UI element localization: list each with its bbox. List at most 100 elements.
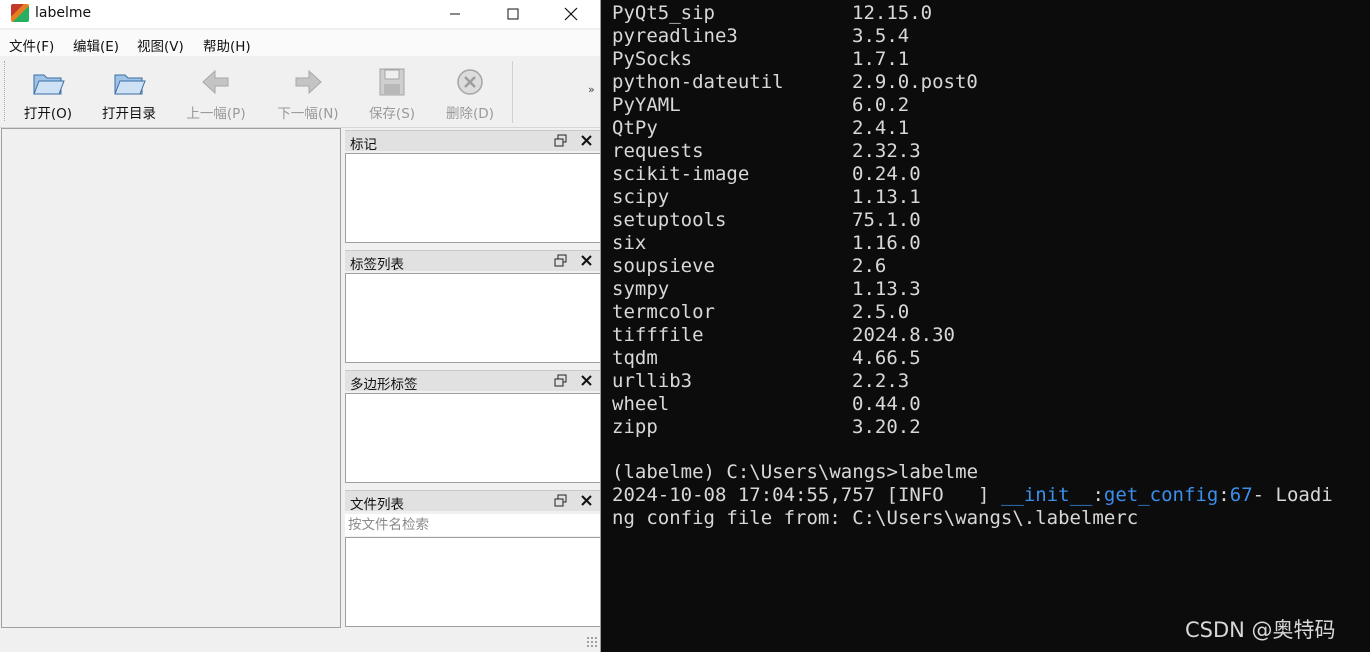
package-name: pyreadline3 (612, 25, 738, 47)
log-line: 2024-10-08 17:04:55,757 [INFO ] __init__… (612, 484, 1333, 507)
package-name: soupsieve (612, 255, 715, 277)
float-icon[interactable] (554, 134, 567, 147)
package-version: 2.6 (852, 255, 887, 277)
file-list[interactable] (345, 537, 601, 627)
log-message: - Loadi (1252, 484, 1333, 506)
float-icon[interactable] (554, 374, 567, 387)
package-version: 3.20.2 (852, 416, 921, 438)
package-version: 1.7.1 (852, 48, 910, 70)
package-name: termcolor (612, 301, 715, 323)
save-label: 保存(S) (368, 106, 416, 122)
package-version: 2024.8.30 (852, 324, 955, 346)
toolbar: 打开(O) 打开目录 上一幅(P) 下一幅(N) 保存(S) 删除(D) » (0, 57, 601, 128)
log-line-number: 67 (1229, 484, 1253, 506)
delete-label: 删除(D) (446, 106, 494, 122)
package-name: urllib3 (612, 370, 693, 392)
toolbar-grip[interactable] (4, 61, 7, 121)
open-button[interactable]: 打开(O) (12, 62, 84, 122)
prompt-line: (labelme) C:\Users\wangs>labelme (612, 461, 979, 483)
package-name: six (612, 232, 647, 254)
menu-edit[interactable]: 编辑(E) (73, 35, 119, 55)
package-version: 4.66.5 (852, 347, 921, 369)
minimize-button[interactable] (426, 0, 484, 28)
prev-image-button[interactable]: 上一幅(P) (176, 62, 256, 122)
status-bar (0, 628, 601, 652)
polygon-labels-list[interactable] (345, 393, 601, 483)
flags-dock-title[interactable]: 标记 (345, 130, 600, 153)
image-canvas[interactable] (1, 128, 341, 628)
next-image-button[interactable]: 下一幅(N) (268, 62, 348, 122)
open-label: 打开(O) (23, 106, 73, 122)
package-name: scikit-image (612, 163, 750, 185)
package-version: 3.5.4 (852, 25, 910, 47)
save-icon (379, 68, 405, 96)
package-name: tqdm (612, 347, 658, 369)
label-list[interactable] (345, 273, 601, 363)
package-version: 2.5.0 (852, 301, 910, 323)
file-list-dock-title[interactable]: 文件列表 (345, 490, 600, 513)
package-name: scipy (612, 186, 670, 208)
log-line-continued: ng config file from: C:\Users\wangs\.lab… (612, 507, 1139, 529)
open-dir-button[interactable]: 打开目录 (92, 62, 166, 122)
log-module: __init__ (1000, 484, 1093, 506)
save-button[interactable]: 保存(S) (358, 62, 426, 122)
package-version: 6.0.2 (852, 94, 910, 116)
title-bar[interactable]: labelme (0, 0, 601, 28)
package-name: QtPy (612, 117, 658, 139)
package-version: 2.9.0.post0 (852, 71, 978, 93)
arrow-left-icon (202, 69, 229, 95)
close-icon[interactable] (580, 134, 593, 147)
package-name: wheel (612, 393, 670, 415)
package-name: python-dateutil (612, 71, 784, 93)
menu-view[interactable]: 视图(V) (137, 35, 184, 55)
package-version: 0.24.0 (852, 163, 921, 185)
open-dir-label: 打开目录 (102, 106, 156, 122)
label-list-dock-title[interactable]: 标签列表 (345, 250, 600, 273)
package-name: setuptools (612, 209, 727, 231)
package-name: PyQt5_sip (612, 2, 715, 24)
file-search-input[interactable] (345, 514, 601, 536)
package-name: PyYAML (612, 94, 681, 116)
folder-open-icon (33, 74, 65, 95)
close-icon[interactable] (580, 374, 593, 387)
package-version: 1.13.1 (852, 186, 921, 208)
close-icon[interactable] (580, 494, 593, 507)
flags-dock-label: 标记 (350, 137, 377, 153)
next-image-label: 下一幅(N) (277, 106, 339, 122)
package-name: zipp (612, 416, 658, 438)
close-icon[interactable] (580, 254, 593, 267)
log-function: get_config (1103, 484, 1219, 506)
folder-open-icon (114, 74, 146, 95)
labelme-window: labelme 文件(F) 编辑(E) 视图(V) 帮助(H) 打开(O) 打开… (0, 0, 601, 652)
polygon-labels-dock-label: 多边形标签 (350, 377, 418, 393)
close-button[interactable] (542, 0, 600, 28)
package-name: PySocks (612, 48, 693, 70)
csdn-watermark: CSDN @奥特码 (1185, 618, 1336, 642)
terminal-window[interactable]: PyQt5_sip 12.15.0 pyreadline3 3.5.4 PySocks 1… (603, 0, 1370, 652)
arrow-right-icon (295, 69, 322, 95)
package-name: sympy (612, 278, 670, 300)
flags-list[interactable] (345, 153, 601, 243)
menu-file[interactable]: 文件(F) (9, 35, 54, 55)
delete-icon (457, 69, 483, 95)
log-separator: : (1218, 484, 1230, 506)
maximize-button[interactable] (484, 0, 542, 28)
menu-help[interactable]: 帮助(H) (203, 35, 251, 55)
window-border (600, 0, 601, 652)
float-icon[interactable] (554, 494, 567, 507)
size-grip[interactable] (586, 636, 598, 648)
package-version: 12.15.0 (852, 2, 933, 24)
log-separator: : (1092, 484, 1104, 506)
delete-button[interactable]: 删除(D) (436, 62, 504, 122)
package-name: requests (612, 140, 704, 162)
package-version: 2.4.1 (852, 117, 910, 139)
package-version: 1.13.3 (852, 278, 921, 300)
prev-image-label: 上一幅(P) (186, 106, 246, 122)
toolbar-separator (512, 61, 513, 123)
package-version: 2.2.3 (852, 370, 910, 392)
float-icon[interactable] (554, 254, 567, 267)
polygon-labels-dock-title[interactable]: 多边形标签 (345, 370, 600, 393)
toolbar-overflow-button[interactable]: » (588, 83, 595, 96)
log-timestamp: 2024-10-08 17:04:55,757 [INFO ] (612, 484, 1001, 506)
package-name: tifffile (612, 324, 704, 346)
